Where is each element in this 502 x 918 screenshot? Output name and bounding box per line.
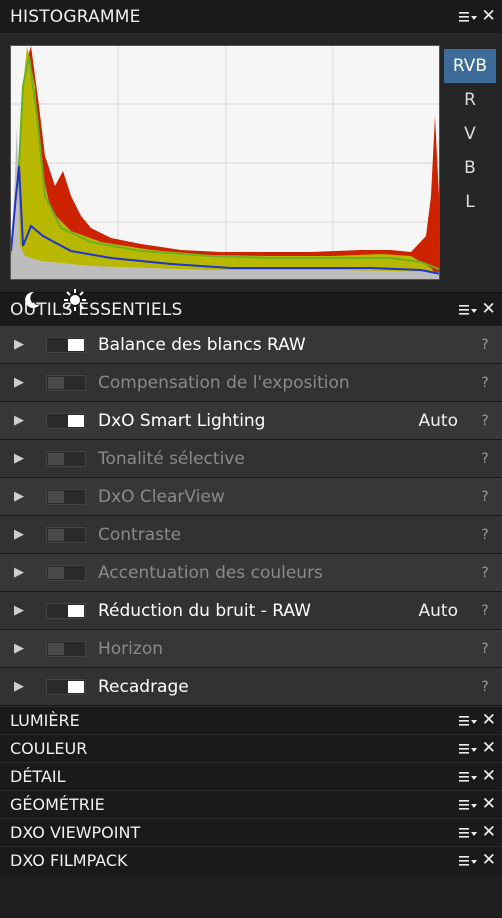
tool-value: Auto <box>418 600 458 621</box>
tool-row[interactable]: ▶ Réduction du bruit - RAW Auto? <box>0 592 502 630</box>
tool-label: Réduction du bruit - RAW <box>98 600 311 621</box>
help-icon[interactable]: ? <box>472 565 498 581</box>
tool-row[interactable]: ▶ Recadrage? <box>0 668 502 706</box>
help-icon[interactable]: ? <box>472 603 498 619</box>
tool-toggle[interactable] <box>46 678 86 695</box>
section-header[interactable]: LUMIÈRE ✕ <box>0 706 502 734</box>
histogram-graph <box>11 46 439 279</box>
expand-arrow-icon[interactable]: ▶ <box>14 603 38 618</box>
expand-arrow-icon[interactable]: ▶ <box>14 641 38 656</box>
help-icon[interactable]: ? <box>472 375 498 391</box>
tool-label: Horizon <box>98 638 163 659</box>
tool-toggle[interactable] <box>46 602 86 619</box>
tool-row[interactable]: ▶ Contraste? <box>0 516 502 554</box>
tool-toggle[interactable] <box>46 526 86 543</box>
expand-arrow-icon[interactable]: ▶ <box>14 451 38 466</box>
panel-menu-icon[interactable] <box>458 303 477 317</box>
section-title: GÉOMÉTRIE <box>10 795 105 814</box>
channel-selector: RVB R V B L <box>444 49 496 219</box>
section-header[interactable]: DXO VIEWPOINT ✕ <box>0 818 502 846</box>
expand-arrow-icon[interactable]: ▶ <box>14 413 38 428</box>
section-header[interactable]: DÉTAIL ✕ <box>0 762 502 790</box>
tool-list: ▶ Balance des blancs RAW? ▶ Compensation de… <box>0 326 502 706</box>
tool-toggle[interactable] <box>46 640 86 657</box>
panel-menu-icon[interactable] <box>458 854 477 868</box>
help-icon[interactable]: ? <box>472 451 498 467</box>
help-icon[interactable]: ? <box>472 337 498 353</box>
tool-toggle[interactable] <box>46 336 86 353</box>
tool-value: Auto <box>418 410 458 431</box>
tool-label: Balance des blancs RAW <box>98 334 306 355</box>
section-header[interactable]: GÉOMÉTRIE ✕ <box>0 790 502 818</box>
histogram-area: RVB R V B L <box>0 33 502 311</box>
channel-v[interactable]: V <box>444 117 496 151</box>
panel-menu-icon[interactable] <box>458 770 477 784</box>
tool-label: Contraste <box>98 524 182 545</box>
moon-icon[interactable] <box>22 290 42 310</box>
close-icon[interactable]: ✕ <box>482 8 496 25</box>
tool-label: DxO ClearView <box>98 486 225 507</box>
channel-rvb[interactable]: RVB <box>444 49 496 83</box>
histogram-title: HISTOGRAMME <box>10 6 141 27</box>
tool-label: Tonalité sélective <box>98 448 245 469</box>
help-icon[interactable]: ? <box>472 641 498 657</box>
tool-toggle[interactable] <box>46 488 86 505</box>
sun-icon[interactable] <box>64 289 86 311</box>
expand-arrow-icon[interactable]: ▶ <box>14 565 38 580</box>
tool-label: Recadrage <box>98 676 189 697</box>
section-title: DXO VIEWPOINT <box>10 823 141 842</box>
tool-row[interactable]: ▶ DxO ClearView? <box>0 478 502 516</box>
tool-row[interactable]: ▶ DxO Smart Lighting Auto? <box>0 402 502 440</box>
section-title: COULEUR <box>10 739 88 758</box>
help-icon[interactable]: ? <box>472 679 498 695</box>
panel-menu-icon[interactable] <box>458 826 477 840</box>
channel-l[interactable]: L <box>444 185 496 219</box>
close-icon[interactable]: ✕ <box>482 796 496 813</box>
expand-arrow-icon[interactable]: ▶ <box>14 527 38 542</box>
close-icon[interactable]: ✕ <box>482 852 496 869</box>
tool-label: Compensation de l'exposition <box>98 372 350 393</box>
section-title: DÉTAIL <box>10 767 66 786</box>
panel-menu-icon[interactable] <box>458 714 477 728</box>
close-icon[interactable]: ✕ <box>482 301 496 318</box>
close-icon[interactable]: ✕ <box>482 712 496 729</box>
help-icon[interactable]: ? <box>472 489 498 505</box>
histogram-header[interactable]: HISTOGRAMME ✕ <box>0 0 502 33</box>
section-list: LUMIÈRE ✕ COULEUR ✕ DÉTAIL ✕ GÉOMÉTRIE ✕ DXO VIE… <box>0 706 502 874</box>
tool-row[interactable]: ▶ Accentuation des couleurs? <box>0 554 502 592</box>
section-header[interactable]: DXO FILMPACK ✕ <box>0 846 502 874</box>
tool-row[interactable]: ▶ Horizon? <box>0 630 502 668</box>
tool-label: Accentuation des couleurs <box>98 562 323 583</box>
close-icon[interactable]: ✕ <box>482 824 496 841</box>
tool-row[interactable]: ▶ Compensation de l'exposition? <box>0 364 502 402</box>
panel-menu-icon[interactable] <box>458 742 477 756</box>
help-icon[interactable]: ? <box>472 413 498 429</box>
section-header[interactable]: COULEUR ✕ <box>0 734 502 762</box>
tool-row[interactable]: ▶ Balance des blancs RAW? <box>0 326 502 364</box>
channel-b[interactable]: B <box>444 151 496 185</box>
histogram-plot <box>10 45 440 280</box>
expand-arrow-icon[interactable]: ▶ <box>14 337 38 352</box>
histogram-clipping-icons <box>22 289 86 311</box>
section-title: DXO FILMPACK <box>10 851 128 870</box>
tool-toggle[interactable] <box>46 450 86 467</box>
close-icon[interactable]: ✕ <box>482 768 496 785</box>
expand-arrow-icon[interactable]: ▶ <box>14 489 38 504</box>
section-title: LUMIÈRE <box>10 711 80 730</box>
channel-r[interactable]: R <box>444 83 496 117</box>
tool-toggle[interactable] <box>46 412 86 429</box>
panel-menu-icon[interactable] <box>458 10 477 24</box>
panel-menu-icon[interactable] <box>458 798 477 812</box>
tool-toggle[interactable] <box>46 564 86 581</box>
help-icon[interactable]: ? <box>472 527 498 543</box>
tool-toggle[interactable] <box>46 374 86 391</box>
close-icon[interactable]: ✕ <box>482 740 496 757</box>
expand-arrow-icon[interactable]: ▶ <box>14 679 38 694</box>
tool-row[interactable]: ▶ Tonalité sélective? <box>0 440 502 478</box>
tool-label: DxO Smart Lighting <box>98 410 266 431</box>
expand-arrow-icon[interactable]: ▶ <box>14 375 38 390</box>
